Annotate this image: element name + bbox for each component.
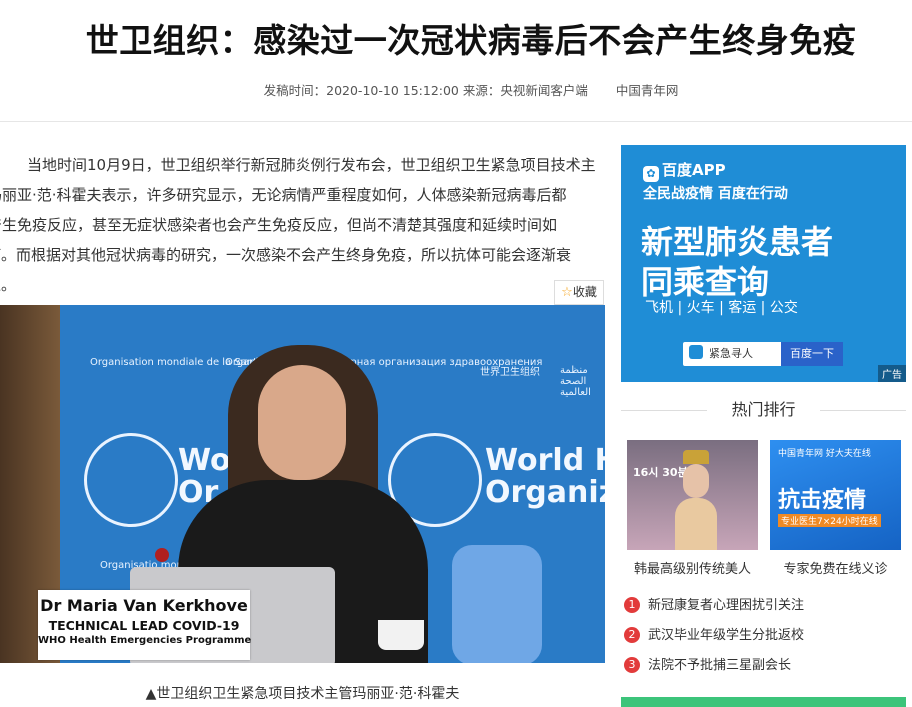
publish-info: 发稿时间：2020-10-10 15:12:00 来源：央视新闻客户端 (263, 83, 588, 98)
rank-link[interactable]: 新冠康复者心理困扰引关注 (648, 598, 804, 613)
who-wordmark: World He (485, 443, 605, 478)
rank-number: 2 (624, 627, 640, 643)
who-wordmark: Organizat (485, 475, 605, 510)
hot-card[interactable]: 中国青年网 好大夫在线 抗击疫情 专业医生7×24小时在线 专家免费在线义诊 (770, 440, 901, 577)
divider (0, 121, 912, 122)
nameplate-org: WHO Health Emergencies Programme (38, 635, 252, 646)
photo-caption: ▲世卫组织卫生紧急项目技术主管玛丽亚·范·科霍夫 (145, 686, 460, 702)
who-text-cn: 世界卫生组织 (480, 367, 540, 378)
model-head (683, 464, 709, 498)
paragraph-line: 何。而根据对其他冠状病毒的研究，一次感染不会产生终身免疫，所以抗体可能会逐渐衰 (0, 246, 572, 264)
thumb-sub: 专业医生7×24小时在线 (778, 514, 881, 527)
hot-section-title: 热门排行 (731, 400, 796, 419)
speaker-face (258, 365, 346, 480)
rank-item[interactable]: 2 武汉毕业年级学生分批返校 (624, 624, 904, 643)
favorite-label: 收藏 (572, 285, 597, 299)
rank-number: 1 (624, 597, 640, 613)
ad-search-text: 紧急寻人 (689, 342, 753, 366)
hot-card-caption: 韩最高级别传统美人 (633, 562, 751, 577)
paragraph-line: 退。 (0, 276, 17, 294)
ad-search-button[interactable]: 百度一下 (781, 342, 843, 366)
crown (683, 450, 709, 464)
paragraph-line: 会产生免疫反应，甚至无症状感染者也会产生免疫反应，但尚不清楚其强度和延续时间如 (0, 216, 558, 234)
ad-searchbar[interactable]: 紧急寻人 百度一下 (683, 342, 843, 366)
hot-card[interactable]: 16시 30분 韩最高级别传统美人 (627, 440, 758, 577)
thumb-text: 16시 30분 (633, 466, 688, 479)
hot-card-thumbnail: 中国青年网 好大夫在线 抗击疫情 专业医生7×24小时在线 (770, 440, 901, 550)
page-title: 世卫组织：感染过一次冠状病毒后不会产生终身免疫 (85, 21, 857, 60)
nameplate: Dr Maria Van Kerkhove TECHNICAL LEAD COV… (38, 590, 252, 660)
cup (378, 620, 424, 650)
rank-item[interactable]: 3 法院不予批捕三星副会长 (624, 654, 904, 673)
article-meta: 发稿时间：2020-10-10 15:12:00 来源：央视新闻客户端 中国青年网 (0, 80, 912, 99)
ad-brand: ✿ 百度APP (643, 159, 726, 182)
rank-link[interactable]: 法院不予批捕三星副会长 (648, 658, 791, 673)
rank-number: 3 (624, 657, 640, 673)
thumb-headline: 抗击疫情 (778, 488, 867, 513)
favorite-button[interactable]: ☆收藏 (554, 280, 604, 305)
ad-slogan: 全民战疫情 百度在行动 (643, 186, 788, 202)
ad-tag: 广告 (878, 365, 906, 382)
hanbok (675, 498, 717, 550)
article-photo: Organisation mondiale de la Santé Organi… (0, 305, 605, 663)
paragraph-line: 管玛丽亚·范·科霍夫表示，许多研究显示，无论病情严重程度如何，人体感染新冠病毒后… (0, 186, 567, 204)
next-ad-strip (621, 697, 906, 707)
hot-card-caption: 专家免费在线义诊 (783, 562, 888, 577)
star-icon: ☆ (561, 285, 573, 300)
paw-icon: ✿ (643, 166, 659, 182)
nameplate-name: Dr Maria Van Kerkhove (40, 596, 248, 615)
nameplate-role: TECHNICAL LEAD COVID-19 (48, 618, 240, 633)
who-emblem-icon (84, 433, 178, 527)
rank-item[interactable]: 1 新冠康复者心理困扰引关注 (624, 594, 904, 613)
who-text-ar: منظمة الصحة العالمية (560, 365, 591, 398)
microphone-icon (155, 548, 169, 562)
hot-section-header: 热门排行 (621, 398, 906, 422)
ad-transport-modes: 飞机 | 火车 | 客运 | 公交 (645, 300, 798, 316)
ad-banner[interactable]: ✿ 百度APP 全民战疫情 百度在行动 新型肺炎患者 同乘查询 飞机 | 火车 |… (621, 145, 906, 382)
article-body: 当地时间10月9日，世卫组织举行新冠肺炎例行发布会，世卫组织卫生紧急项目技术主 … (0, 150, 605, 300)
hot-card-thumbnail: 16시 30분 (627, 440, 758, 550)
chair (452, 545, 542, 663)
rank-link[interactable]: 武汉毕业年级学生分批返校 (648, 628, 804, 643)
paragraph-line: 当地时间10月9日，世卫组织举行新冠肺炎例行发布会，世卫组织卫生紧急项目技术主 (27, 156, 596, 174)
paw-icon (689, 345, 703, 359)
thumb-logos: 中国青年网 好大夫在线 (778, 449, 871, 459)
source-link[interactable]: 中国青年网 (616, 83, 679, 98)
